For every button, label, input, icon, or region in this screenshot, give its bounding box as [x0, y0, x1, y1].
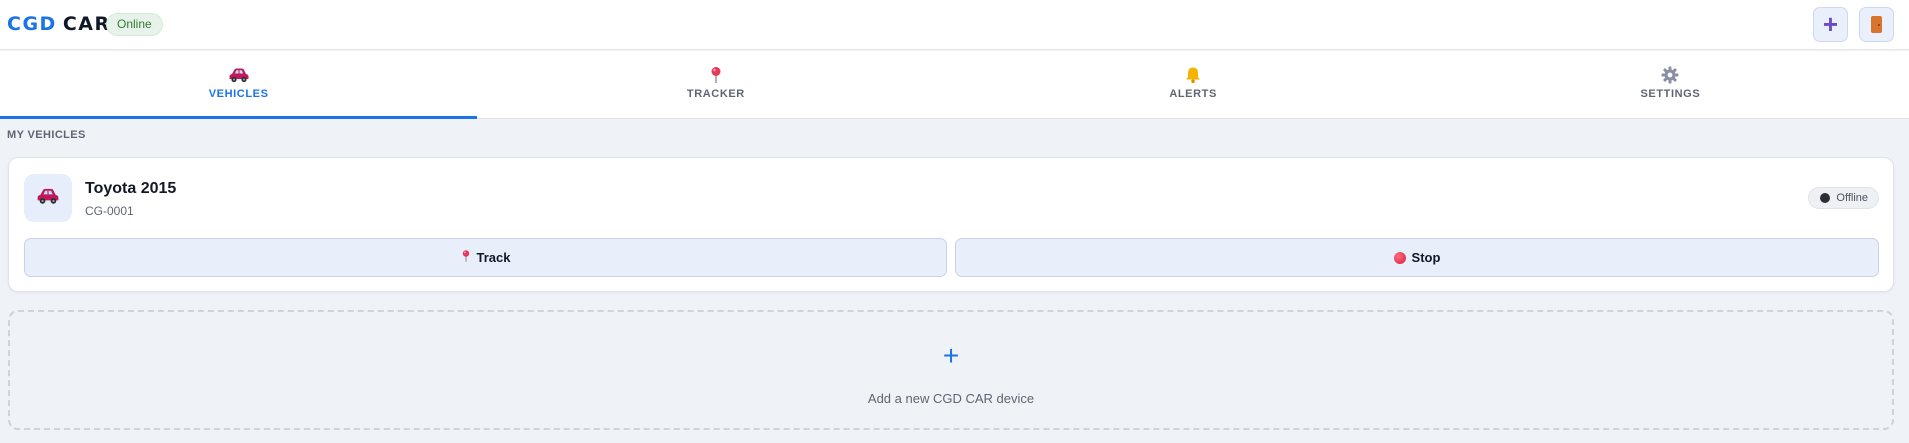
tab-vehicles[interactable]: VEHICLES: [0, 51, 478, 119]
app-logo: CGD CAR: [7, 13, 111, 35]
add-device-card[interactable]: + Add a new CGD CAR device: [8, 310, 1894, 430]
tab-bar: VEHICLES TRACKER ALERTS SETTINGS: [0, 51, 1909, 119]
red-circle-icon: [1393, 251, 1406, 264]
track-button[interactable]: Track: [24, 238, 947, 277]
app-header: CGD CAR Online +: [0, 0, 1909, 50]
stop-button[interactable]: Stop: [955, 238, 1879, 277]
pin-icon: [709, 66, 723, 84]
tab-label: TRACKER: [686, 88, 745, 100]
plus-icon: +: [942, 340, 960, 371]
status-dot-icon: [1820, 193, 1831, 203]
pin-icon: [461, 249, 471, 266]
logo-part-2: CAR: [62, 13, 111, 35]
tab-tracker[interactable]: TRACKER: [477, 51, 954, 118]
bell-icon: [1184, 66, 1202, 84]
tab-alerts[interactable]: ALERTS: [955, 51, 1432, 118]
gear-icon: [1661, 66, 1679, 84]
tab-settings[interactable]: SETTINGS: [1432, 51, 1909, 118]
vehicle-avatar: [24, 174, 72, 222]
vehicle-plate: CG-0001: [85, 204, 134, 218]
add-device-button[interactable]: +: [1813, 7, 1848, 42]
door-icon: [1871, 16, 1882, 33]
vehicle-status-badge: Offline: [1808, 187, 1879, 209]
tab-label: SETTINGS: [1640, 88, 1701, 100]
vehicle-status-label: Offline: [1836, 192, 1868, 204]
logo-part-1: CGD: [7, 13, 57, 35]
vehicle-name: Toyota 2015: [85, 180, 177, 197]
vehicle-card[interactable]: Toyota 2015 CG-0001 Offline Track Stop: [8, 157, 1894, 292]
track-button-label: Track: [476, 250, 511, 265]
car-icon: [36, 187, 60, 210]
section-title: MY VEHICLES: [7, 129, 86, 141]
tab-label: ALERTS: [1169, 88, 1217, 100]
connection-status-badge: Online: [106, 13, 163, 36]
add-device-label: Add a new CGD CAR device: [867, 391, 1035, 406]
plus-icon: +: [1822, 8, 1839, 39]
car-icon: [228, 66, 250, 84]
tab-label: VEHICLES: [208, 88, 269, 100]
stop-button-label: Stop: [1411, 250, 1441, 265]
logout-button[interactable]: [1859, 7, 1894, 42]
